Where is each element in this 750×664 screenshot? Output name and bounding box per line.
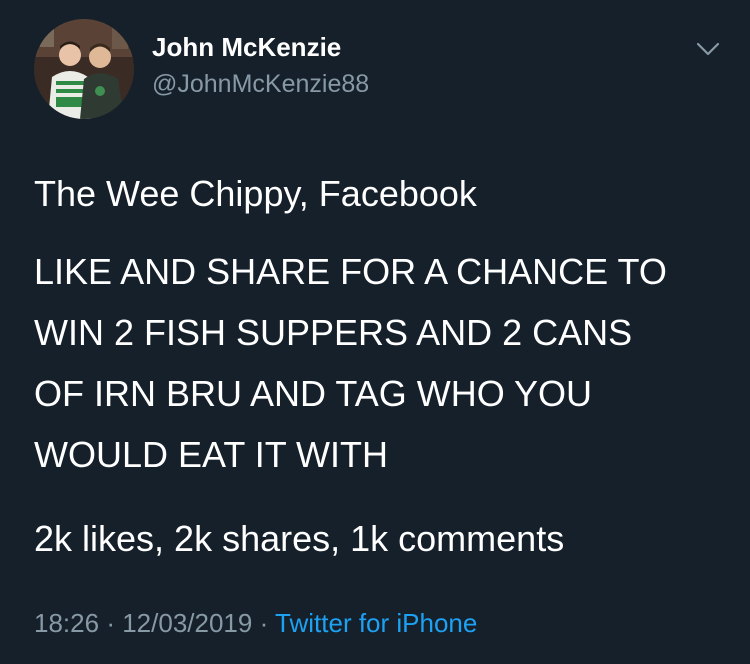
chevron-down-icon[interactable]: [694, 38, 722, 60]
tweet-card: John McKenzie @JohnMcKenzie88 The Wee Ch…: [0, 0, 750, 664]
avatar[interactable]: [34, 19, 134, 119]
tweet-metadata: 18:26 · 12/03/2019 · Twitter for iPhone: [34, 608, 477, 639]
tweet-text-line: WIN 2 FISH SUPPERS AND 2 CANS: [34, 312, 633, 353]
tweet-text-paragraph: The Wee Chippy, Facebook: [34, 163, 477, 224]
tweet-text-line: WOULD EAT IT WITH: [34, 434, 389, 475]
tweet-time[interactable]: 18:26: [34, 608, 99, 638]
tweet-text-line: 2k likes, 2k shares, 1k comments: [34, 518, 565, 559]
meta-separator: ·: [106, 608, 115, 638]
meta-separator: ·: [259, 608, 269, 638]
tweet-date[interactable]: 12/03/2019: [122, 608, 252, 638]
author-handle[interactable]: @JohnMcKenzie88: [152, 70, 369, 99]
author-display-name[interactable]: John McKenzie: [152, 32, 341, 63]
tweet-source-link[interactable]: Twitter for iPhone: [275, 608, 477, 638]
tweet-text-paragraph: LIKE AND SHARE FOR A CHANCE TO WIN 2 FIS…: [34, 241, 667, 485]
tweet-text-paragraph: 2k likes, 2k shares, 1k comments: [34, 508, 564, 569]
avatar-photo: [34, 19, 134, 119]
tweet-text-line: The Wee Chippy, Facebook: [34, 173, 477, 214]
tweet-text-line: OF IRN BRU AND TAG WHO YOU: [34, 373, 593, 414]
tweet-text-line: LIKE AND SHARE FOR A CHANCE TO: [34, 251, 667, 292]
